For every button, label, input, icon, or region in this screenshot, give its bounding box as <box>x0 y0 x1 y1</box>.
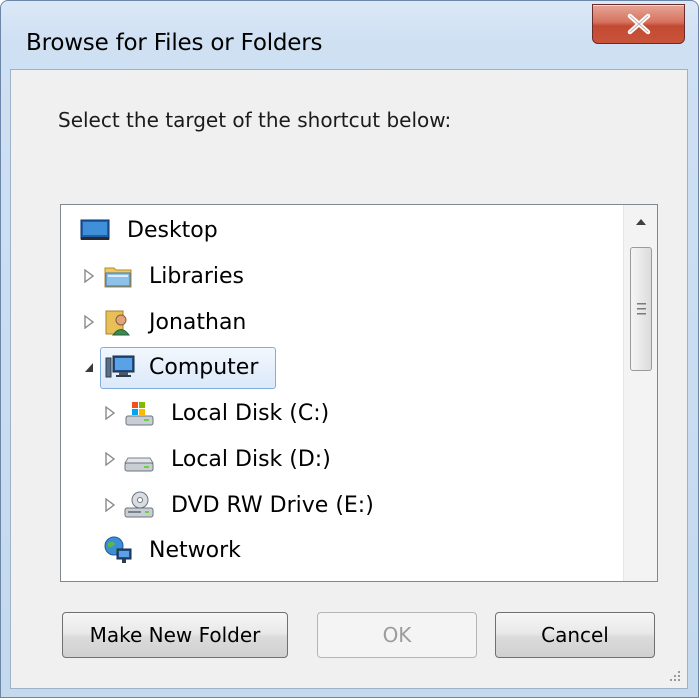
system-drive-icon <box>125 402 154 426</box>
folder-tree[interactable]: Desktop Libraries Jonathan Computer Loca… <box>60 204 658 582</box>
close-button[interactable] <box>592 4 685 44</box>
tree-item-label: Libraries <box>149 264 245 289</box>
grip-icon <box>637 303 646 315</box>
tree-item-dvd-drive-e[interactable]: DVD RW Drive (E:) <box>61 485 621 525</box>
collapse-arrow-icon[interactable] <box>83 360 95 374</box>
scroll-up-button[interactable] <box>624 205 657 239</box>
tree-item-label: Jonathan <box>149 310 247 335</box>
tree-item-local-disk-d[interactable]: Local Disk (D:) <box>61 439 621 479</box>
computer-icon <box>105 355 135 378</box>
tree-item-label: Local Disk (D:) <box>171 447 331 472</box>
tree-item-label: Network <box>149 538 241 563</box>
tree-item-libraries[interactable]: Libraries <box>61 256 621 296</box>
make-new-folder-button[interactable]: Make New Folder <box>62 612 288 658</box>
dialog-title: Browse for Files or Folders <box>26 30 323 56</box>
tree-item-label: Computer <box>149 355 259 380</box>
expand-arrow-icon[interactable] <box>104 498 116 512</box>
tree-item-desktop[interactable]: Desktop <box>61 210 621 250</box>
tree-item-network[interactable]: Network <box>61 530 621 570</box>
ok-button[interactable]: OK <box>317 612 477 658</box>
dvd-drive-icon <box>124 491 154 518</box>
scroll-thumb[interactable] <box>630 247 652 371</box>
close-icon <box>627 13 651 35</box>
tree-item-local-disk-c[interactable]: Local Disk (C:) <box>61 393 621 433</box>
tree-item-label: Desktop <box>127 218 218 243</box>
expand-arrow-icon[interactable] <box>83 315 95 329</box>
cancel-button[interactable]: Cancel <box>495 612 655 658</box>
browse-dialog: Browse for Files or Folders Select the t… <box>0 0 699 698</box>
tree-item-label: Local Disk (C:) <box>171 401 330 426</box>
tree-item-jonathan[interactable]: Jonathan <box>61 302 621 342</box>
expand-arrow-icon[interactable] <box>83 269 95 283</box>
user-folder-icon <box>105 310 130 336</box>
tree-item-computer[interactable]: Computer <box>61 347 621 389</box>
instruction-text: Select the target of the shortcut below: <box>58 108 452 132</box>
dialog-body: Select the target of the shortcut below:… <box>10 69 688 689</box>
expand-arrow-icon[interactable] <box>104 406 116 420</box>
libraries-icon <box>104 267 132 288</box>
desktop-icon <box>80 219 110 240</box>
resize-grip-icon[interactable] <box>667 668 681 682</box>
scroll-up-arrow-icon <box>636 219 646 225</box>
tree-item-label: DVD RW Drive (E:) <box>171 493 374 518</box>
title-bar[interactable]: Browse for Files or Folders <box>1 1 698 71</box>
expand-arrow-icon[interactable] <box>104 452 116 466</box>
network-icon <box>104 536 132 563</box>
vertical-scrollbar[interactable] <box>623 205 657 581</box>
hard-drive-icon <box>124 457 154 472</box>
